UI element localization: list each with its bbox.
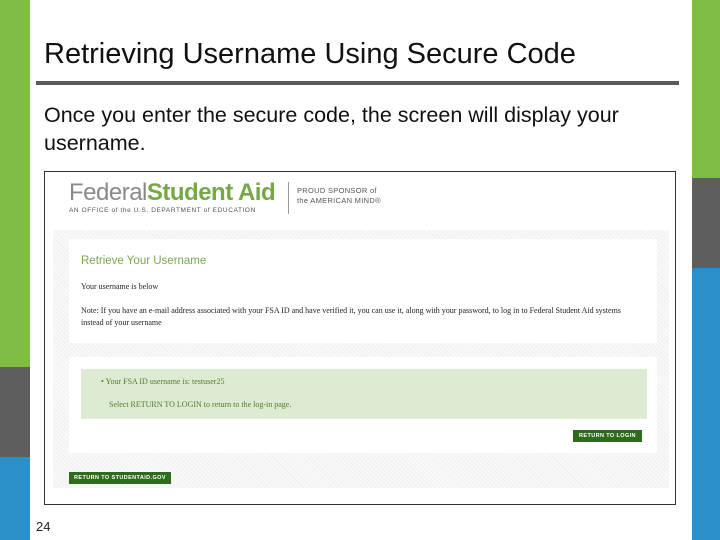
- fsa-header: FederalStudent Aid AN OFFICE of the U.S.…: [45, 172, 675, 228]
- right-blue-bar: [692, 268, 720, 540]
- slide-title: Retrieving Username Using Secure Code: [44, 38, 576, 70]
- sponsor-text: PROUD SPONSOR of the AMERICAN MIND®: [297, 186, 381, 206]
- title-divider: [36, 81, 679, 85]
- return-to-login-button[interactable]: RETURN TO LOGIN: [573, 430, 642, 442]
- left-blue-bar: [0, 457, 30, 540]
- left-gray-bar: [0, 367, 30, 457]
- username-below-text: Your username is below: [81, 282, 159, 291]
- page-number: 24: [36, 519, 51, 534]
- retrieve-heading: Retrieve Your Username: [81, 255, 207, 267]
- right-gray-bar: [692, 178, 720, 268]
- logo-student-aid: Student Aid: [146, 179, 276, 206]
- left-green-bar: [0, 0, 30, 367]
- return-instruction: Select RETURN TO LOGIN to return to the …: [109, 400, 292, 409]
- logo-tagline: AN OFFICE of the U.S. DEPARTMENT of EDUC…: [69, 207, 256, 214]
- logo-federal: Federal: [69, 179, 147, 206]
- username-result: • Your FSA ID username is: testuser25: [101, 377, 225, 386]
- sponsor-line-2: the AMERICAN MIND®: [297, 196, 381, 205]
- retrieve-username-card: Retrieve Your Username Your username is …: [69, 239, 657, 343]
- logo-divider: [288, 182, 289, 214]
- return-to-studentaid-button[interactable]: RETURN TO STUDENTAID.GOV: [69, 472, 171, 484]
- result-card: • Your FSA ID username is: testuser25 Se…: [69, 357, 657, 453]
- fsa-logo[interactable]: FederalStudent Aid AN OFFICE of the U.S.…: [69, 179, 276, 215]
- right-green-bar: [692, 0, 720, 178]
- success-message-box: • Your FSA ID username is: testuser25 Se…: [81, 369, 647, 419]
- email-note: Note: If you have an e-mail address asso…: [81, 306, 621, 327]
- embedded-screenshot: FederalStudent Aid AN OFFICE of the U.S.…: [44, 171, 676, 505]
- slide-body-text: Once you enter the secure code, the scre…: [44, 103, 619, 155]
- sponsor-line-1: PROUD SPONSOR of: [297, 186, 377, 195]
